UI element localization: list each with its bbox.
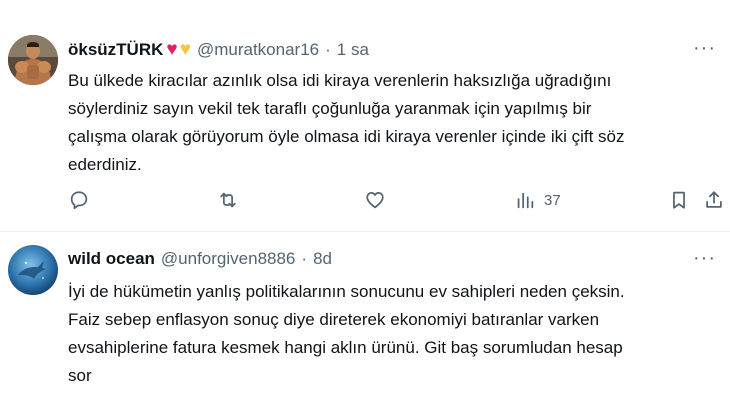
author-handle[interactable]: @unforgiven8886 — [161, 248, 295, 270]
more-options-icon[interactable]: ··· — [693, 248, 716, 268]
author-name[interactable]: wild ocean — [68, 248, 155, 270]
separator-dot: · — [301, 249, 308, 268]
timestamp[interactable]: 8d — [313, 248, 332, 270]
tweet-text: İyi de hükümetin yanlış politikalarının … — [68, 282, 625, 385]
avatar-image — [8, 245, 58, 295]
avatar[interactable] — [8, 245, 58, 295]
tweet-header: wild ocean @unforgiven8886 · 8d — [68, 248, 714, 270]
tweet[interactable]: wild ocean @unforgiven8886 · 8d ··· İyi … — [0, 0, 730, 385]
